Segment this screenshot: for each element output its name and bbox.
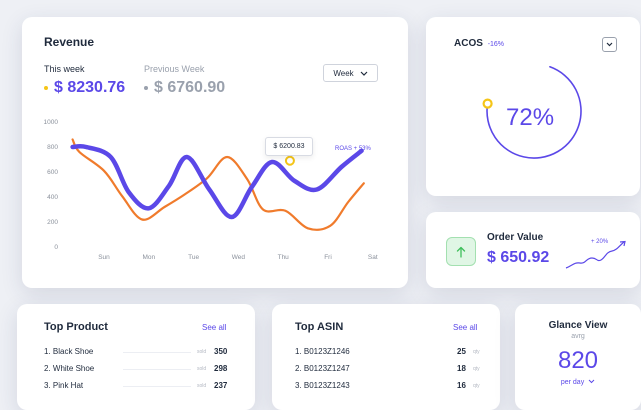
current-series-line	[70, 144, 364, 220]
list-item-name: 2. B0123Z1247	[295, 364, 350, 373]
order-value-sparkline	[565, 240, 626, 269]
list-item-name: 1. B0123Z1246	[295, 347, 350, 356]
list-item-unit: sold	[197, 349, 207, 355]
top-product-see-all-link[interactable]: See all	[202, 323, 226, 332]
acos-knob	[482, 98, 493, 109]
list-item-value: 18	[457, 364, 466, 373]
x-tick-label: Sat	[368, 254, 378, 261]
order-value-card: Order Value $ 650.92 + 20%	[426, 212, 640, 288]
divider	[123, 386, 191, 387]
trend-up-badge	[446, 237, 476, 266]
list-item-name: 2. White Shoe	[44, 364, 95, 373]
glance-view-card: Glance View avrg 820 per day	[515, 304, 641, 410]
divider	[123, 369, 191, 370]
x-tick-label: Sun	[98, 254, 110, 261]
arrow-up-icon	[456, 246, 466, 258]
acos-card: ACOS -16% 72%	[426, 17, 640, 196]
list-item-unit: sold	[197, 383, 207, 389]
glance-subtitle: avrg	[571, 333, 585, 340]
x-tick-label: Wed	[232, 254, 246, 261]
list-item-value: 298	[214, 364, 228, 373]
x-tick-label: Mon	[142, 254, 155, 261]
x-tick-label: Tue	[188, 254, 199, 261]
list-item-unit: qty	[473, 349, 480, 355]
glance-title: Glance View	[548, 320, 608, 331]
list-item-name: 1. Black Shoe	[44, 347, 94, 356]
top-asin-title: Top ASIN	[295, 321, 344, 333]
order-value-title: Order Value	[487, 232, 544, 243]
list-item-name: 3. Pink Hat	[44, 381, 84, 390]
order-value-amount: $ 650.92	[487, 249, 550, 266]
glance-value: 820	[557, 347, 599, 374]
roas-label: ROAS + 53%	[335, 146, 371, 152]
y-tick-label: 0	[54, 244, 58, 251]
chart-tooltip: $ 6200.83	[265, 137, 313, 156]
y-tick-label: 200	[47, 219, 58, 226]
list-item-unit: sold	[197, 366, 207, 372]
chevron-down-icon	[588, 379, 595, 384]
list-item-name: 3. B0123Z1243	[295, 381, 350, 390]
list-item-value: 350	[214, 347, 228, 356]
previous-series-line	[71, 138, 365, 231]
y-tick-label: 400	[47, 194, 58, 201]
x-tick-label: Fri	[324, 254, 332, 261]
y-tick-label: 600	[47, 169, 58, 176]
x-tick-label: Thu	[278, 254, 290, 261]
glance-period-select[interactable]: per day	[515, 379, 641, 386]
acos-percent: 72%	[506, 104, 555, 131]
glance-period-label: per day	[560, 379, 585, 386]
y-tick-label: 1000	[44, 119, 59, 126]
list-item-unit: qty	[473, 383, 480, 389]
list-item-value: 25	[457, 347, 466, 356]
top-asin-card: Top ASIN See all 1. B0123Z1246 25 qty 2.…	[272, 304, 500, 410]
top-asin-see-all-link[interactable]: See all	[453, 323, 477, 332]
divider	[123, 352, 191, 353]
highlight-point[interactable]	[284, 155, 295, 166]
y-tick-label: 800	[47, 144, 58, 151]
revenue-chart: 1000 800 600 400 200 0 Sun Mon Tue Wed Thu Fri Sat	[44, 119, 378, 261]
top-product-title: Top Product	[44, 321, 108, 333]
list-item-unit: qty	[473, 366, 480, 372]
list-item-value: 237	[214, 381, 228, 390]
revenue-card: Revenue This week $ 8230.76 Previous Wee…	[22, 17, 408, 288]
list-item-value: 16	[457, 381, 466, 390]
top-product-card: Top Product See all 1. Black Shoe sold 3…	[17, 304, 255, 410]
